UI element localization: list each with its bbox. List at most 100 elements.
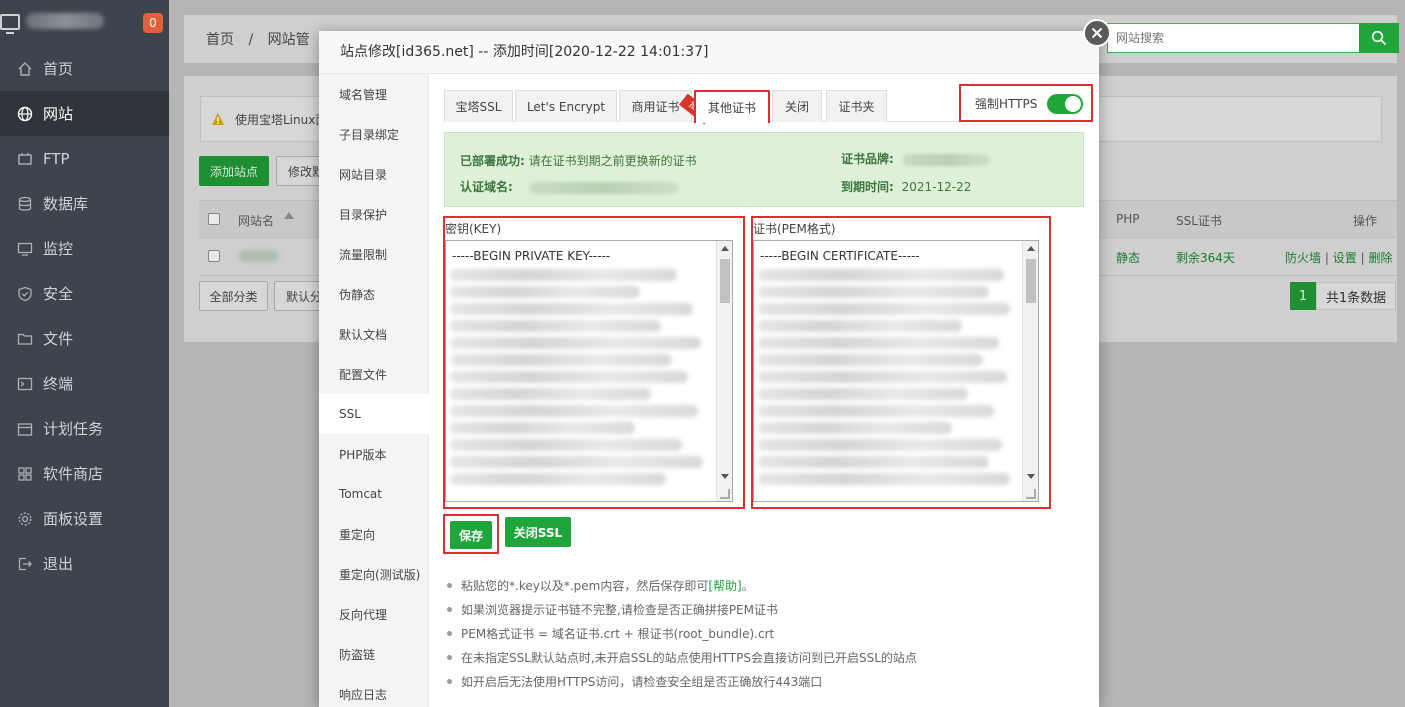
row-checkbox[interactable] xyxy=(208,250,220,262)
close-ssl-button[interactable]: 关闭SSL xyxy=(505,517,571,547)
site-name-redacted[interactable] xyxy=(239,250,279,262)
php-version[interactable]: 静态 xyxy=(1116,249,1140,266)
breadcrumb-separator: / xyxy=(248,32,254,48)
modal-title: 站点修改[id365.net] -- 添加时间[2020-12-22 14:01… xyxy=(319,31,1099,74)
sidebar-item-terminal[interactable]: 终端 xyxy=(0,361,169,406)
modal-nav-default-doc[interactable]: 默认文档 xyxy=(319,314,428,354)
warning-icon xyxy=(212,113,224,125)
pem-first-line: -----BEGIN CERTIFICATE----- xyxy=(760,249,920,263)
help-link[interactable]: [帮助] xyxy=(708,579,741,593)
grid-icon xyxy=(17,466,33,482)
save-button[interactable]: 保存 xyxy=(450,521,492,549)
sidebar-item-cron[interactable]: 计划任务 xyxy=(0,406,169,451)
search-icon xyxy=(1371,30,1387,46)
sidebar-item-label: 终端 xyxy=(43,375,74,393)
sidebar-item-ftp[interactable]: FTP xyxy=(0,136,169,181)
sidebar-item-security[interactable]: 安全 xyxy=(0,271,169,316)
key-textarea[interactable]: -----BEGIN PRIVATE KEY----- xyxy=(445,240,733,502)
pem-section: 证书(PEM格式) -----BEGIN CERTIFICATE----- xyxy=(751,216,1051,509)
modal-nav-tomcat[interactable]: Tomcat xyxy=(319,474,428,514)
page-number-current[interactable]: 1 xyxy=(1290,282,1316,310)
tab-bt-ssl[interactable]: 宝塔SSL xyxy=(444,90,513,122)
modal-nav-rewrite[interactable]: 伪静态 xyxy=(319,274,428,314)
add-site-button[interactable]: 添加站点 xyxy=(199,156,269,186)
key-content-redacted xyxy=(450,269,714,490)
force-https-label: 强制HTTPS xyxy=(975,96,1038,111)
server-icon xyxy=(0,14,20,34)
ssl-days-remaining[interactable]: 剩余364天 xyxy=(1176,249,1235,266)
sidebar-item-label: FTP xyxy=(43,149,70,168)
tab-lets-encrypt[interactable]: Let's Encrypt xyxy=(515,90,617,122)
modal-nav-ssl[interactable]: SSL xyxy=(319,394,429,434)
pem-textarea[interactable]: -----BEGIN CERTIFICATE----- xyxy=(753,240,1039,502)
ftp-icon xyxy=(17,151,33,167)
modal-nav-site-dir[interactable]: 网站目录 xyxy=(319,154,428,194)
site-edit-modal: 站点修改[id365.net] -- 添加时间[2020-12-22 14:01… xyxy=(319,31,1099,707)
pem-label: 证书(PEM格式) xyxy=(753,222,836,236)
key-label: 密钥(KEY) xyxy=(445,222,502,236)
sidebar-item-label: 数据库 xyxy=(43,195,89,213)
resize-handle[interactable] xyxy=(1026,489,1036,499)
sidebar-item-label: 软件商店 xyxy=(43,465,104,483)
modal-nav-dir-protect[interactable]: 目录保护 xyxy=(319,194,428,234)
sort-asc-icon[interactable] xyxy=(284,212,294,219)
gear-icon xyxy=(17,511,33,527)
sidebar-item-files[interactable]: 文件 xyxy=(0,316,169,361)
shield-icon xyxy=(17,286,33,302)
firewall-link[interactable]: 防火墙 xyxy=(1285,251,1321,265)
breadcrumb-home[interactable]: 首页 xyxy=(206,32,234,48)
deploy-status-label: 已部署成功: xyxy=(460,154,525,168)
sidebar-item-label: 退出 xyxy=(43,555,74,573)
modal-nav-php-version[interactable]: PHP版本 xyxy=(319,434,428,474)
column-php: PHP xyxy=(1116,212,1140,226)
folder-icon xyxy=(17,331,33,347)
tip-item: 在未指定SSL默认站点时,未开启SSL的站点使用HTTPS会直接访问到已开启SS… xyxy=(447,649,917,673)
key-scrollbar[interactable] xyxy=(716,241,732,501)
search-input[interactable] xyxy=(1108,24,1358,52)
ssl-tips-list: 粘贴您的*.key以及*.pem内容，然后保存即可[帮助]。 如果浏览器提示证书… xyxy=(447,577,917,697)
modal-nav-response-log[interactable]: 响应日志 xyxy=(319,674,428,707)
pem-scrollbar[interactable] xyxy=(1022,241,1038,501)
sidebar-item-logout[interactable]: 退出 xyxy=(0,541,169,586)
deploy-status: 已部署成功: 请在证书到期之前更换新的证书 xyxy=(460,152,697,169)
cert-domain: 认证域名: xyxy=(460,178,679,195)
sidebar-item-label: 计划任务 xyxy=(43,420,104,438)
sidebar-item-website[interactable]: 网站 xyxy=(0,91,169,136)
sidebar-item-store[interactable]: 软件商店 xyxy=(0,451,169,496)
sidebar-item-home[interactable]: 首页 xyxy=(0,46,169,91)
sidebar-item-monitor[interactable]: 监控 xyxy=(0,226,169,271)
sidebar-item-label: 面板设置 xyxy=(43,510,104,528)
modal-nav-redirect-beta[interactable]: 重定向(测试版) xyxy=(319,554,428,594)
tab-other-cert[interactable]: 其他证书 xyxy=(694,90,770,123)
cert-domain-label: 认证域名: xyxy=(460,180,513,194)
action-separator: | xyxy=(1360,251,1365,265)
all-category-button[interactable]: 全部分类 xyxy=(199,281,268,311)
modal-nav-hotlink[interactable]: 防盗链 xyxy=(319,634,428,674)
delete-link[interactable]: 删除 xyxy=(1368,251,1392,265)
modal-nav-subdir[interactable]: 子目录绑定 xyxy=(319,114,428,154)
modal-nav-config[interactable]: 配置文件 xyxy=(319,354,428,394)
sidebar-item-settings[interactable]: 面板设置 xyxy=(0,496,169,541)
notification-badge[interactable]: 0 xyxy=(143,13,163,33)
column-site-name[interactable]: 网站名 xyxy=(238,212,274,229)
modal-close-button[interactable] xyxy=(1083,19,1111,47)
tip-item: 如果浏览器提示证书链不完整,请检查是否正确拼接PEM证书 xyxy=(447,601,917,625)
search-button[interactable] xyxy=(1359,23,1399,53)
cert-domain-redacted xyxy=(528,181,679,194)
modal-nav-redirect[interactable]: 重定向 xyxy=(319,514,428,554)
resize-handle[interactable] xyxy=(720,489,730,499)
sidebar-item-label: 网站 xyxy=(43,105,74,123)
tab-close[interactable]: 关闭 xyxy=(772,90,822,122)
database-icon xyxy=(17,196,33,212)
modal-nav-reverse-proxy[interactable]: 反向代理 xyxy=(319,594,428,634)
force-https-toggle[interactable] xyxy=(1047,94,1083,114)
tab-cert-folder[interactable]: 证书夹 xyxy=(826,90,887,122)
settings-link[interactable]: 设置 xyxy=(1333,251,1357,265)
pem-content-redacted xyxy=(758,269,1020,490)
modal-nav-traffic-limit[interactable]: 流量限制 xyxy=(319,234,428,274)
tip-tail: 。 xyxy=(741,579,754,593)
sidebar-item-database[interactable]: 数据库 xyxy=(0,181,169,226)
modal-nav-domain[interactable]: 域名管理 xyxy=(319,74,428,114)
select-all-checkbox[interactable] xyxy=(208,213,220,225)
modal-nav: 域名管理 子目录绑定 网站目录 目录保护 流量限制 伪静态 默认文档 配置文件 … xyxy=(319,74,429,707)
